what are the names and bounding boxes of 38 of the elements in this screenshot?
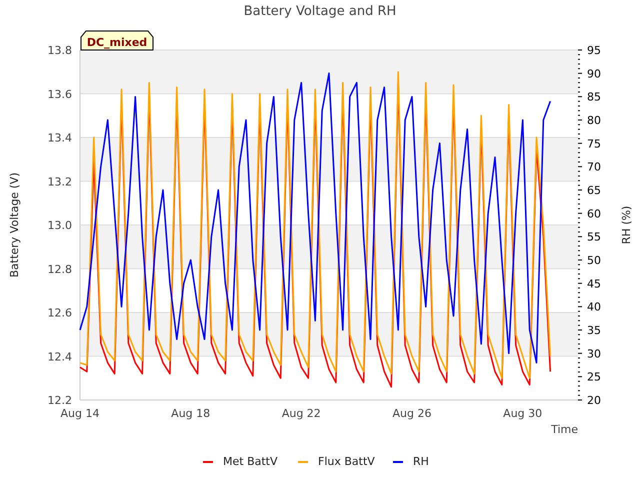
axis-tick-label: 70 <box>587 160 601 174</box>
axis-tick-label: Aug 14 <box>60 407 100 420</box>
axis-tick-label: 35 <box>587 324 601 337</box>
axis-tick-label: 90 <box>587 67 601 80</box>
axis-tick-label: 30 <box>587 347 601 360</box>
legend-label: Flux BattV <box>318 455 375 468</box>
axis-tick-label: 12.8 <box>48 262 72 276</box>
axis-tick-label: 80 <box>587 114 601 127</box>
axis-tick-label: 40 <box>587 300 601 314</box>
axis-title: Time <box>551 423 578 436</box>
legend-label: RH <box>413 455 429 468</box>
axis-tick-label: 50 <box>587 254 601 267</box>
axis-tick-label: 13.4 <box>48 132 72 144</box>
axis-tick-label: 60 <box>587 207 601 220</box>
axis-tick-label: 55 <box>587 230 601 244</box>
axis-tick-label: 45 <box>587 277 601 290</box>
axis-tick-label: 20 <box>587 394 601 407</box>
axis-tick-label: 13.0 <box>48 219 72 232</box>
axis-tick-label: Aug 22 <box>282 407 321 420</box>
axis-tick-label: 13.2 <box>48 175 72 188</box>
axis-title: RH (%) <box>620 206 633 244</box>
axis-tick-label: Aug 30 <box>503 407 542 420</box>
axis-tick-label: 13.8 <box>48 44 72 57</box>
axis-tick-label: 95 <box>587 44 601 57</box>
axis-title: Battery Voltage (V) <box>8 172 21 278</box>
axis-tick-label: 75 <box>587 137 601 150</box>
axis-tick-label: 12.2 <box>48 394 72 407</box>
dataset-tag: DC_mixed <box>80 30 154 50</box>
axis-tick-label: 13.6 <box>48 88 72 101</box>
axis-tick-label: Aug 26 <box>392 407 432 420</box>
chart-title: Battery Voltage and RH <box>244 4 396 19</box>
axis-tick-label: Aug 18 <box>171 407 210 420</box>
legend-label: Met BattV <box>223 455 278 468</box>
axis-tick-label: 25 <box>587 370 601 384</box>
axis-tick-label: 12.4 <box>48 350 72 364</box>
axis-tick-label: 85 <box>587 90 601 104</box>
axis-tick-label: 12.6 <box>48 306 72 320</box>
axis-tick-label: 65 <box>587 184 601 197</box>
